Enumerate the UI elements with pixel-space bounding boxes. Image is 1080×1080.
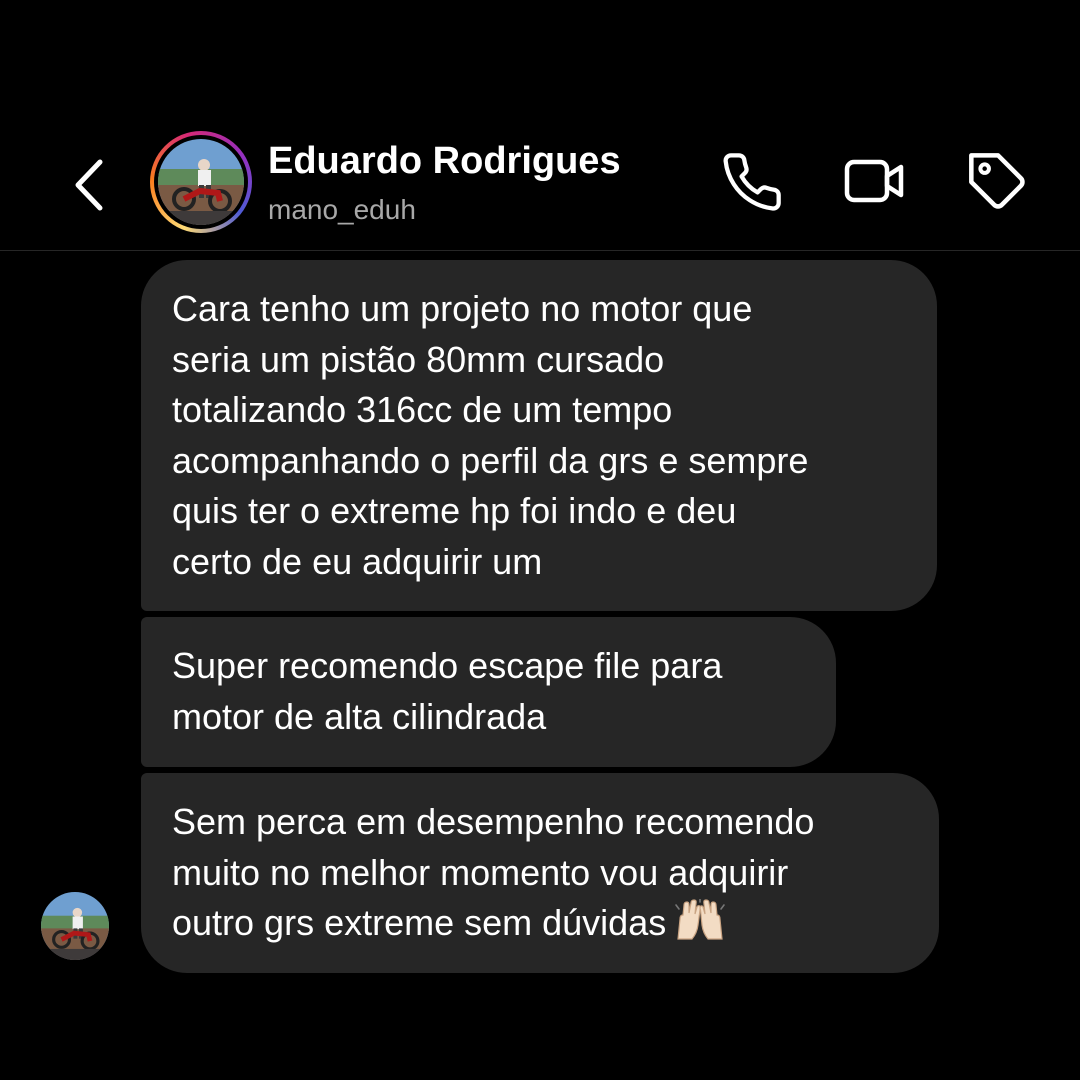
tag-icon <box>969 153 1025 209</box>
chat-header: Eduardo Rodrigues mano_eduh <box>0 0 1080 251</box>
contact-avatar[interactable] <box>158 139 244 225</box>
video-camera-icon <box>844 159 904 203</box>
message-line: Cara tenho um projeto no motor que <box>172 288 753 329</box>
story-ring[interactable] <box>150 131 252 233</box>
message-line: totalizando 316cc de um tempo <box>172 389 673 430</box>
message-line: Sem perca em desempenho recomendo <box>172 801 815 842</box>
call-button[interactable] <box>720 150 784 214</box>
message-line: muito no melhor momento vou adquirir <box>172 851 789 893</box>
message-line: Super recomendo escape file para <box>172 645 723 686</box>
video-call-button[interactable] <box>842 150 906 214</box>
message-line: acompanhando o perfil da grs e sempre <box>172 439 809 481</box>
message-line: quis ter o extreme hp foi indo e deu <box>172 490 737 531</box>
message-bubble[interactable]: Cara tenho um projeto no motor que seria… <box>141 260 937 611</box>
message-line: motor de alta cilindrada <box>172 695 547 737</box>
back-button[interactable] <box>66 150 114 214</box>
tag-button[interactable] <box>966 150 1030 214</box>
message-bubble[interactable]: Sem perca em desempenho recomendo muito … <box>141 773 939 973</box>
message-line: outro grs extreme sem dúvidas <box>172 902 667 943</box>
contact-username[interactable]: mano_eduh <box>268 194 416 226</box>
message-bubble[interactable]: Super recomendo escape file para motor d… <box>141 617 836 767</box>
contact-name[interactable]: Eduardo Rodrigues <box>268 140 621 183</box>
phone-icon <box>723 153 781 211</box>
sender-avatar[interactable] <box>41 892 109 960</box>
raising-hands-emoji <box>672 897 728 955</box>
message-line: certo de eu adquirir um <box>172 540 543 582</box>
chevron-left-icon <box>75 159 103 211</box>
message-line: seria um pistão 80mm cursado <box>172 338 665 380</box>
